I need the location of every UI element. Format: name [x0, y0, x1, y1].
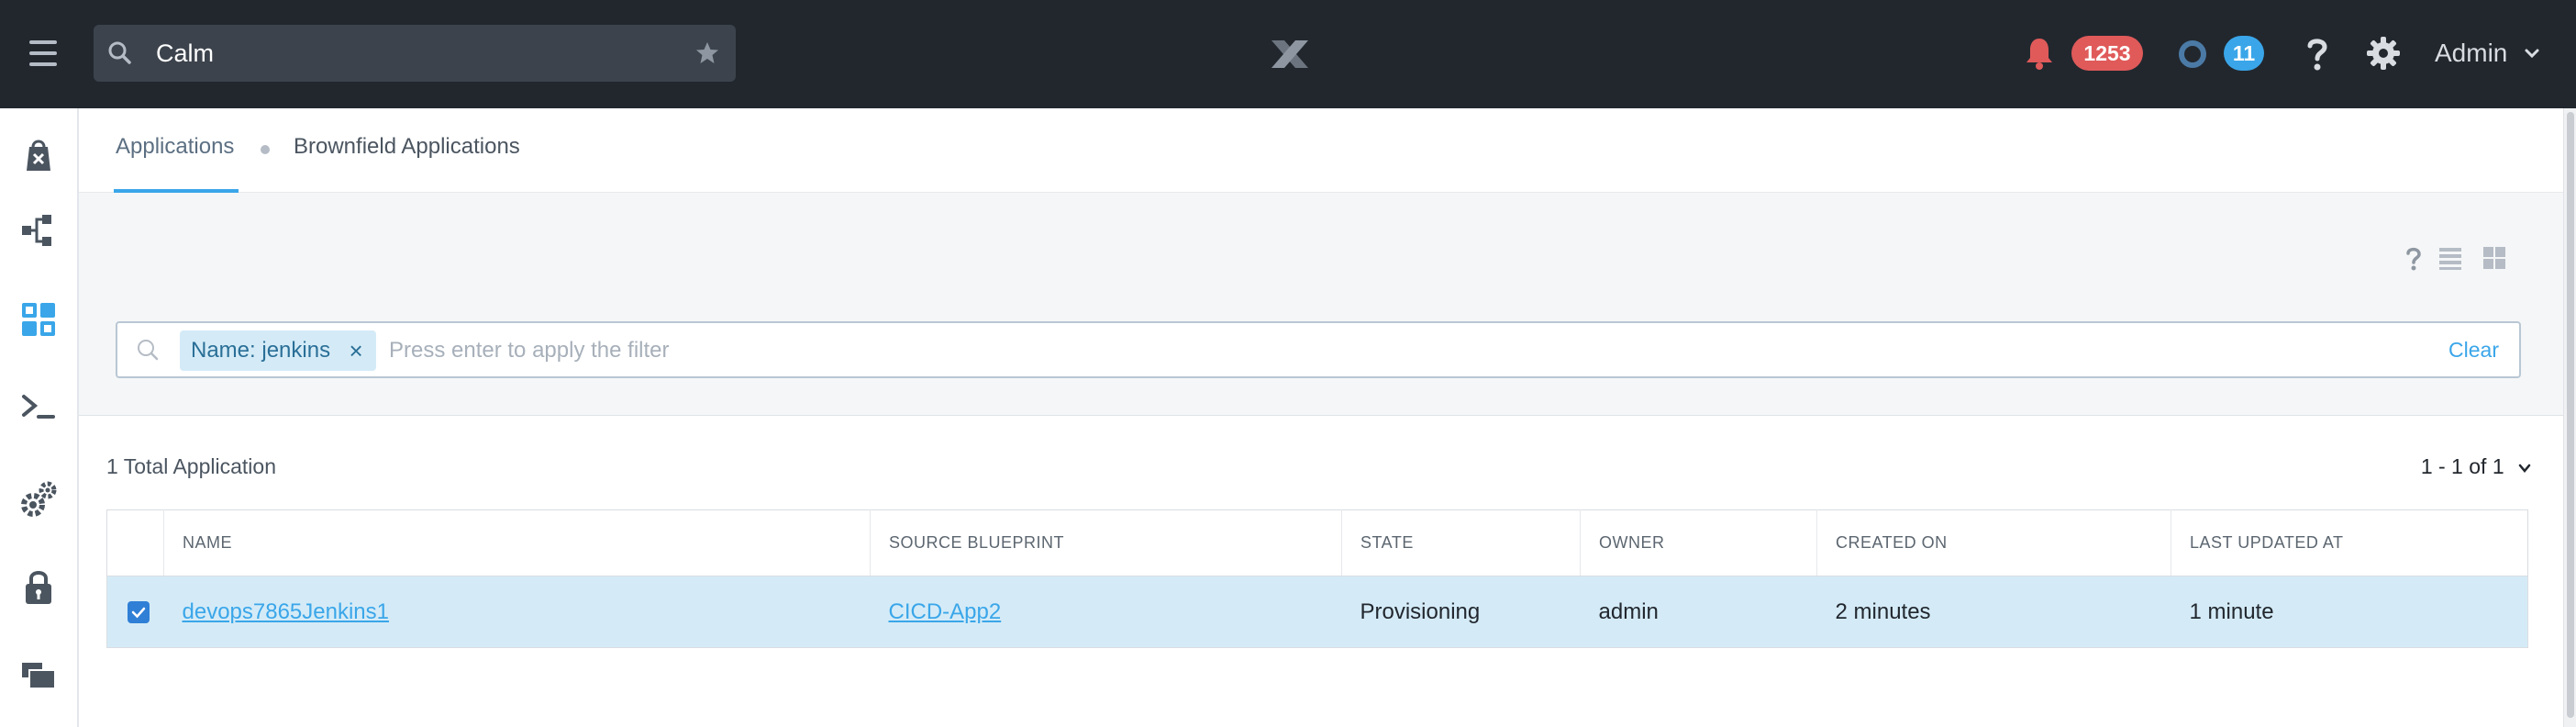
application-name-link[interactable]: devops7865Jenkins1 [183, 599, 390, 624]
filter-bar: Name: jenkins × Clear [116, 321, 2521, 378]
clear-filter-button[interactable]: Clear [2448, 338, 2499, 363]
pagination-label: 1 - 1 of 1 [2420, 454, 2504, 478]
projects-icon[interactable] [17, 654, 61, 698]
checkmark-icon [131, 607, 146, 619]
star-icon[interactable] [694, 39, 721, 67]
select-column-header [106, 509, 164, 576]
chevron-down-icon[interactable] [2523, 44, 2541, 62]
cell-source-blueprint: CICD-App2 [870, 576, 1342, 648]
search-icon [108, 41, 131, 64]
tab-brownfield-applications[interactable]: Brownfield Applications [294, 134, 520, 160]
tasks-count-badge[interactable]: 11 [2224, 36, 2264, 71]
bell-icon[interactable] [2022, 35, 2057, 72]
tab-separator [261, 145, 270, 154]
hamburger-menu-icon[interactable] [24, 33, 66, 75]
applications-table: NAME SOURCE BLUEPRINT STATE OWNER CREATE… [106, 509, 2528, 648]
row-checkbox[interactable] [128, 601, 150, 624]
cell-last-updated-at: 1 minute [2171, 576, 2528, 648]
applications-icon[interactable] [17, 297, 61, 341]
column-header-source-blueprint[interactable]: SOURCE BLUEPRINT [870, 509, 1342, 576]
filter-chip-label: Name: jenkins [191, 338, 331, 363]
cell-owner: admin [1580, 576, 1817, 648]
tab-bar: Applications Brownfield Applications [79, 108, 2563, 193]
policies-icon[interactable] [17, 565, 61, 610]
applications-list: 1 Total Application 1 - 1 of 1 NAME SOUR… [79, 416, 2563, 727]
column-header-owner[interactable]: OWNER [1580, 509, 1817, 576]
main-content: Applications Brownfield Applications Nam… [79, 108, 2563, 727]
active-tab-indicator [114, 189, 239, 193]
alerts-count-badge[interactable]: 1253 [2071, 36, 2143, 71]
tasks-ring-icon[interactable] [2176, 38, 2209, 71]
blueprint-link[interactable]: CICD-App2 [889, 599, 1002, 624]
row-select-cell [106, 576, 164, 648]
global-search-input[interactable]: Calm [94, 25, 736, 82]
column-header-name[interactable]: NAME [163, 509, 871, 576]
help-icon[interactable] [2299, 33, 2336, 73]
remove-filter-icon[interactable]: × [345, 330, 367, 371]
total-count: 1 Total Application [106, 454, 276, 478]
filter-chip: Name: jenkins × [180, 330, 377, 371]
column-header-state[interactable]: STATE [1341, 509, 1581, 576]
help-icon[interactable] [2400, 244, 2427, 272]
cell-state: Provisioning [1341, 576, 1581, 648]
nutanix-logo-icon [1271, 40, 1308, 68]
list-view-icon[interactable] [2437, 244, 2464, 272]
scrollbar-thumb[interactable] [2567, 112, 2574, 718]
filter-input[interactable] [389, 330, 2224, 371]
column-header-created-on[interactable]: CREATED ON [1816, 509, 2171, 576]
settings-icon[interactable] [17, 477, 61, 521]
top-bar: Calm 1253 11 Admin [0, 0, 2576, 108]
user-menu[interactable]: Admin [2435, 39, 2507, 68]
table-header: NAME SOURCE BLUEPRINT STATE OWNER CREATE… [106, 509, 2528, 576]
search-icon [138, 340, 159, 361]
sidebar [0, 108, 79, 727]
table-row[interactable]: devops7865Jenkins1 CICD-App2 Provisionin… [106, 576, 2528, 648]
pagination-dropdown[interactable]: 1 - 1 of 1 [2421, 454, 2532, 479]
vertical-scrollbar[interactable] [2563, 108, 2576, 727]
runbooks-icon[interactable] [17, 386, 61, 430]
column-header-last-updated-at[interactable]: LAST UPDATED AT [2171, 509, 2528, 576]
blueprints-icon[interactable] [17, 209, 61, 253]
gear-icon[interactable] [2365, 35, 2402, 72]
marketplace-icon[interactable] [17, 132, 61, 176]
cell-created-on: 2 minutes [1816, 576, 2171, 648]
grid-view-icon[interactable] [2481, 244, 2508, 272]
tab-applications[interactable]: Applications [116, 134, 234, 160]
cell-name: devops7865Jenkins1 [163, 576, 871, 648]
search-query: Calm [156, 39, 215, 67]
chevron-down-icon [2518, 464, 2531, 473]
